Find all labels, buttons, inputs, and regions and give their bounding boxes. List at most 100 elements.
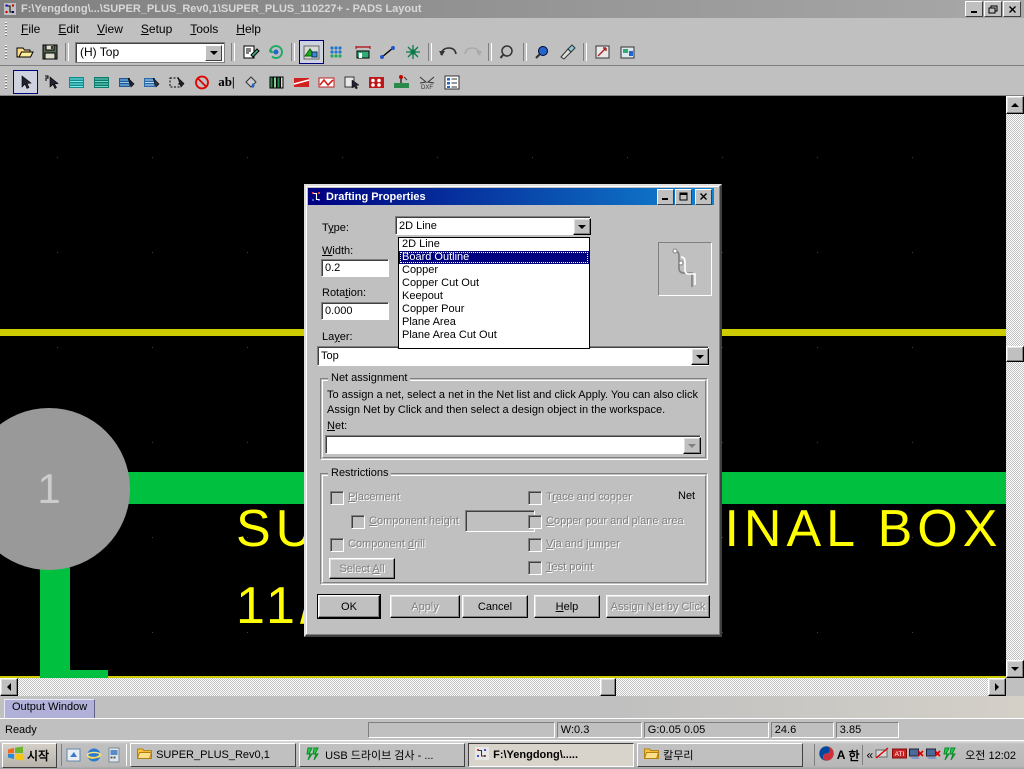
library-icon[interactable]	[265, 71, 288, 93]
component-height-input[interactable]	[465, 510, 535, 532]
cancel-button[interactable]: Cancel	[462, 595, 528, 618]
dialog-maximize-button[interactable]	[675, 188, 692, 205]
antivirus-tray-icon[interactable]	[943, 747, 958, 764]
copper-plane-icon[interactable]	[290, 71, 313, 93]
placement-checkbox[interactable]	[330, 491, 344, 505]
menu-tools[interactable]: Tools	[181, 20, 227, 38]
test-point-checkbox[interactable]	[528, 561, 542, 575]
output-window-tab[interactable]: Output Window	[4, 699, 96, 719]
ime-mode-indicator[interactable]: 한	[848, 747, 859, 764]
drill-icon[interactable]	[365, 71, 388, 93]
apply-button[interactable]: Apply	[390, 595, 460, 618]
canvas-vscrollbar[interactable]	[1006, 96, 1024, 678]
menu-edit[interactable]: Edit	[49, 20, 88, 38]
window-restore-button[interactable]	[984, 1, 1002, 17]
copper-pour-plane-checkbox[interactable]	[528, 515, 542, 529]
scroll-down-button[interactable]	[1006, 660, 1024, 678]
trace-and-copper-checkbox[interactable]	[528, 491, 542, 505]
type-combo-chevron-down-icon[interactable]	[573, 218, 591, 235]
rotation-input[interactable]: 0.000	[321, 302, 389, 320]
dialog-close-button[interactable]	[695, 188, 712, 205]
open-icon[interactable]	[13, 41, 36, 63]
type-option-5[interactable]: Copper Pour	[399, 303, 589, 316]
volume-muted-icon[interactable]	[909, 747, 924, 764]
start-button[interactable]: 시작	[2, 742, 58, 768]
menu-setup[interactable]: Setup	[132, 20, 181, 38]
select-all-button[interactable]: Select All	[329, 558, 395, 579]
taskbar-item-kalmuri[interactable]: 칼무리	[637, 743, 804, 767]
hscroll-thumb[interactable]	[600, 678, 616, 696]
chevron-down-icon[interactable]	[205, 44, 222, 61]
type-option-2[interactable]: Copper	[399, 264, 589, 277]
zoom-icon[interactable]	[531, 41, 554, 63]
dialog-titlebar[interactable]: Drafting Properties	[308, 188, 714, 205]
view-board-icon[interactable]	[616, 41, 639, 63]
tray-chevron-icon[interactable]: «	[866, 748, 873, 762]
menu-view[interactable]: View	[88, 20, 132, 38]
test-point-icon[interactable]	[390, 71, 413, 93]
scroll-left-button[interactable]	[0, 678, 18, 696]
keepout-icon[interactable]	[190, 71, 213, 93]
layer-combo-dialog[interactable]: Top	[317, 346, 709, 366]
drafting-icon[interactable]	[401, 41, 424, 63]
copper-pour-icon[interactable]	[115, 71, 138, 93]
window-minimize-button[interactable]	[965, 1, 983, 17]
dxf-icon[interactable]: DXF	[415, 71, 438, 93]
scroll-right-button[interactable]	[988, 678, 1006, 696]
taskbar-item-pads-layout[interactable]: F:\Yengdong\.....	[468, 743, 635, 767]
type-combo[interactable]: 2D Line	[395, 216, 591, 235]
vscroll-thumb[interactable]	[1006, 346, 1024, 362]
scroll-up-button[interactable]	[1006, 96, 1024, 114]
toolbar-grip[interactable]	[3, 44, 10, 60]
pan-icon[interactable]	[591, 41, 614, 63]
redo-icon[interactable]	[461, 41, 484, 63]
ime-language-indicator[interactable]: A	[837, 748, 846, 762]
pour-manager-icon[interactable]	[264, 41, 287, 63]
plane-area-icon[interactable]	[140, 71, 163, 93]
show-desktop-icon[interactable]	[65, 746, 83, 764]
copy-icon[interactable]	[340, 71, 363, 93]
ati-display-icon[interactable]: ATI	[892, 747, 908, 764]
design-toolbar-icon[interactable]	[299, 40, 324, 64]
menu-grip[interactable]	[3, 21, 10, 37]
select-arrow-icon[interactable]	[13, 70, 38, 94]
type-option-3[interactable]: Copper Cut Out	[399, 277, 589, 290]
help-button[interactable]: Help	[534, 595, 600, 618]
board-outline-icon[interactable]	[65, 71, 88, 93]
type-option-0[interactable]: 2D Line	[399, 238, 589, 251]
redraw-icon[interactable]	[556, 41, 579, 63]
copper-icon[interactable]	[90, 71, 113, 93]
network-status-icon[interactable]	[926, 747, 941, 764]
canvas-hscrollbar[interactable]	[0, 678, 1006, 696]
menu-help[interactable]: Help	[227, 20, 270, 38]
network-disconnected-icon[interactable]	[875, 746, 890, 764]
dimensioning-icon[interactable]	[351, 41, 374, 63]
type-option-4[interactable]: Keepout	[399, 290, 589, 303]
type-option-1[interactable]: Board Outline	[399, 251, 589, 264]
menu-file[interactable]: File	[12, 20, 49, 38]
save-icon[interactable]	[38, 41, 61, 63]
design-rules-icon[interactable]	[239, 41, 262, 63]
net-combo-chevron-down-icon[interactable]	[683, 437, 701, 454]
window-close-button[interactable]	[1003, 1, 1021, 17]
taskbar-item-super-plus[interactable]: SUPER_PLUS_Rev0,1	[130, 743, 297, 767]
internet-explorer-icon[interactable]	[85, 746, 103, 764]
width-input[interactable]: 0.2	[321, 259, 389, 277]
assign-net-by-click-button[interactable]: Assign Net by Click	[606, 595, 710, 618]
find-icon[interactable]	[496, 41, 519, 63]
component-drill-checkbox[interactable]	[330, 538, 344, 552]
fill-icon[interactable]	[240, 71, 263, 93]
media-player-icon[interactable]	[105, 746, 123, 764]
type-dropdown-list[interactable]: 2D Line Board Outline Copper Copper Cut …	[398, 237, 590, 349]
drafting-toolbar-grip[interactable]	[3, 74, 10, 90]
path-icon[interactable]	[315, 71, 338, 93]
properties-icon[interactable]	[440, 71, 463, 93]
undo-icon[interactable]	[436, 41, 459, 63]
net-combo[interactable]	[325, 435, 701, 454]
ok-button[interactable]: OK	[318, 595, 380, 618]
layer-combo[interactable]: (H) Top	[75, 41, 225, 63]
route-icon[interactable]	[376, 41, 399, 63]
taskbar-item-usb-scan[interactable]: USB 드라이브 검사 - ...	[299, 743, 466, 767]
type-option-6[interactable]: Plane Area	[399, 316, 589, 329]
via-and-jumper-checkbox[interactable]	[528, 538, 542, 552]
